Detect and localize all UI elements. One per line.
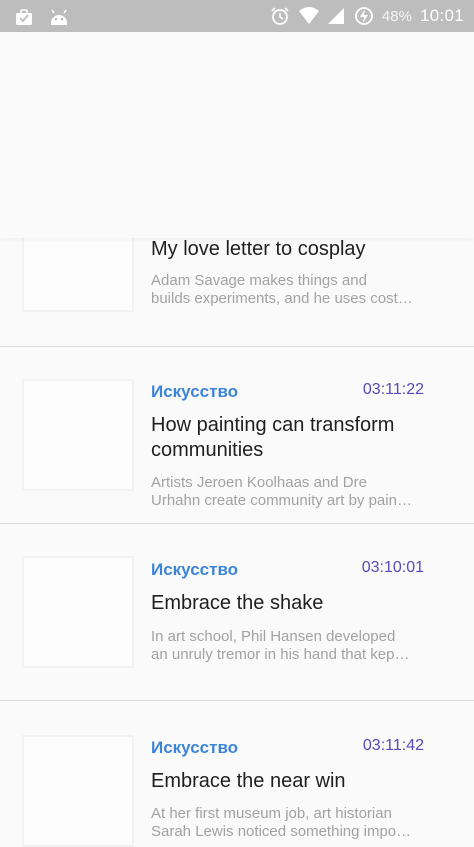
talk-description: At her first museum job, art historian S… <box>151 805 412 840</box>
alarm-icon <box>270 6 290 26</box>
thumbnail <box>22 379 134 491</box>
talk-description: Adam Savage makes things and builds expe… <box>151 272 413 307</box>
list-item[interactable]: Искусство 03:11:22 How painting can tran… <box>0 347 474 523</box>
category-label[interactable]: Искусство <box>151 560 238 580</box>
talk-title: My love letter to cosplay <box>151 238 366 260</box>
clock: 10:01 <box>419 6 464 25</box>
talk-title: How painting can transform communities <box>151 414 395 461</box>
duration-label: 03:11:22 <box>362 381 424 398</box>
duration-label: 03:11:42 <box>362 737 424 754</box>
thumbnail <box>22 735 134 847</box>
thumbnail <box>22 556 134 668</box>
battery-percent: 48% <box>381 7 412 25</box>
status-bar: 48% 10:01 <box>0 0 474 32</box>
header-area <box>0 32 474 238</box>
android-icon <box>48 7 68 27</box>
category-label[interactable]: Искусство <box>151 382 238 402</box>
briefcase-icon <box>14 7 34 27</box>
talk-title: Embrace the near win <box>151 770 346 792</box>
battery-charging-icon <box>354 6 374 26</box>
category-label[interactable]: Искусство <box>151 738 238 758</box>
signal-icon <box>326 6 346 26</box>
list-item[interactable]: Искусство 03:10:01 Embrace the shake In … <box>0 524 474 700</box>
talk-description: In art school, Phil Hansen developed an … <box>151 628 410 663</box>
talk-title: Embrace the shake <box>151 592 324 614</box>
duration-label: 03:10:01 <box>361 559 424 576</box>
list-item[interactable]: Искусство 03:11:42 Embrace the near win … <box>0 701 474 847</box>
wifi-icon <box>298 6 319 26</box>
talk-description: Artists Jeroen Koolhaas and Dre Urhahn c… <box>151 474 412 509</box>
